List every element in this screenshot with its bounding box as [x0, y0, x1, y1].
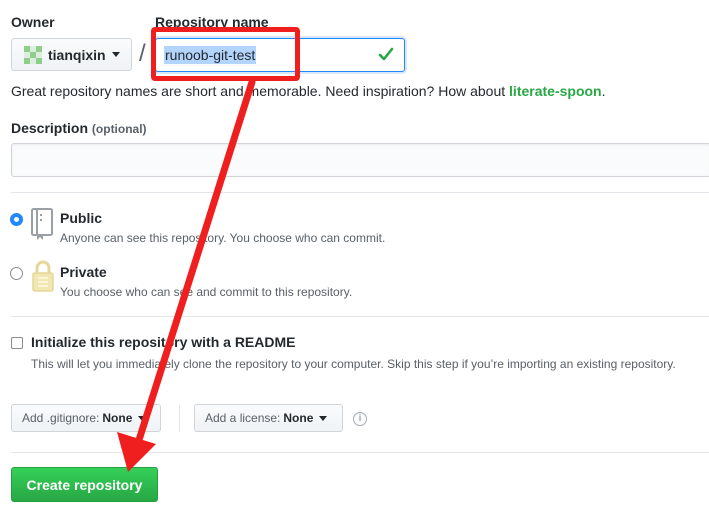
divider: [11, 316, 709, 317]
public-radio[interactable]: [10, 213, 23, 226]
description-label-text: Description: [11, 120, 89, 136]
highlight-box-annotation: [151, 27, 300, 81]
readme-title: Initialize this repository with a README: [31, 334, 296, 350]
public-description: Anyone can see this repository. You choo…: [60, 231, 386, 245]
private-radio[interactable]: [10, 267, 23, 280]
hint-text: Great repository names are short and mem…: [11, 83, 510, 99]
gitignore-value: None: [102, 411, 133, 425]
optional-tag: (optional): [91, 122, 147, 136]
description-input[interactable]: [11, 143, 709, 177]
readme-description: This will let you immediately clone the …: [31, 357, 676, 371]
owner-name: tianqixin: [48, 46, 106, 63]
description-label: Description (optional): [11, 120, 147, 136]
gitignore-select[interactable]: Add .gitignore: None: [11, 404, 161, 432]
license-value: None: [283, 411, 314, 425]
chevron-down-icon: [319, 415, 328, 421]
public-title: Public: [60, 210, 103, 226]
license-label: Add a license:: [205, 411, 281, 425]
repo-book-icon: [31, 208, 53, 240]
gitignore-label: Add .gitignore:: [22, 411, 100, 425]
owner-repo-separator: /: [139, 40, 146, 67]
private-description: You choose who can see and commit to thi…: [60, 285, 353, 299]
divider: [11, 452, 709, 453]
hint-suffix: .: [601, 83, 606, 99]
vertical-divider: [179, 405, 180, 432]
owner-avatar: [24, 45, 42, 64]
info-icon[interactable]: i: [353, 412, 367, 426]
divider: [11, 192, 709, 193]
lock-icon: [32, 260, 54, 292]
license-select[interactable]: Add a license: None: [194, 404, 343, 432]
private-title: Private: [60, 264, 107, 280]
chevron-down-icon: [111, 52, 120, 57]
create-repository-button[interactable]: Create repository: [11, 467, 158, 502]
name-suggestion-link[interactable]: literate-spoon: [509, 83, 602, 99]
repository-name-hint: Great repository names are short and mem…: [11, 83, 606, 99]
owner-select-button[interactable]: tianqixin: [11, 38, 132, 71]
readme-checkbox[interactable]: [11, 337, 23, 349]
owner-label: Owner: [11, 14, 55, 30]
check-icon: [378, 47, 394, 61]
chevron-down-icon: [138, 415, 147, 421]
